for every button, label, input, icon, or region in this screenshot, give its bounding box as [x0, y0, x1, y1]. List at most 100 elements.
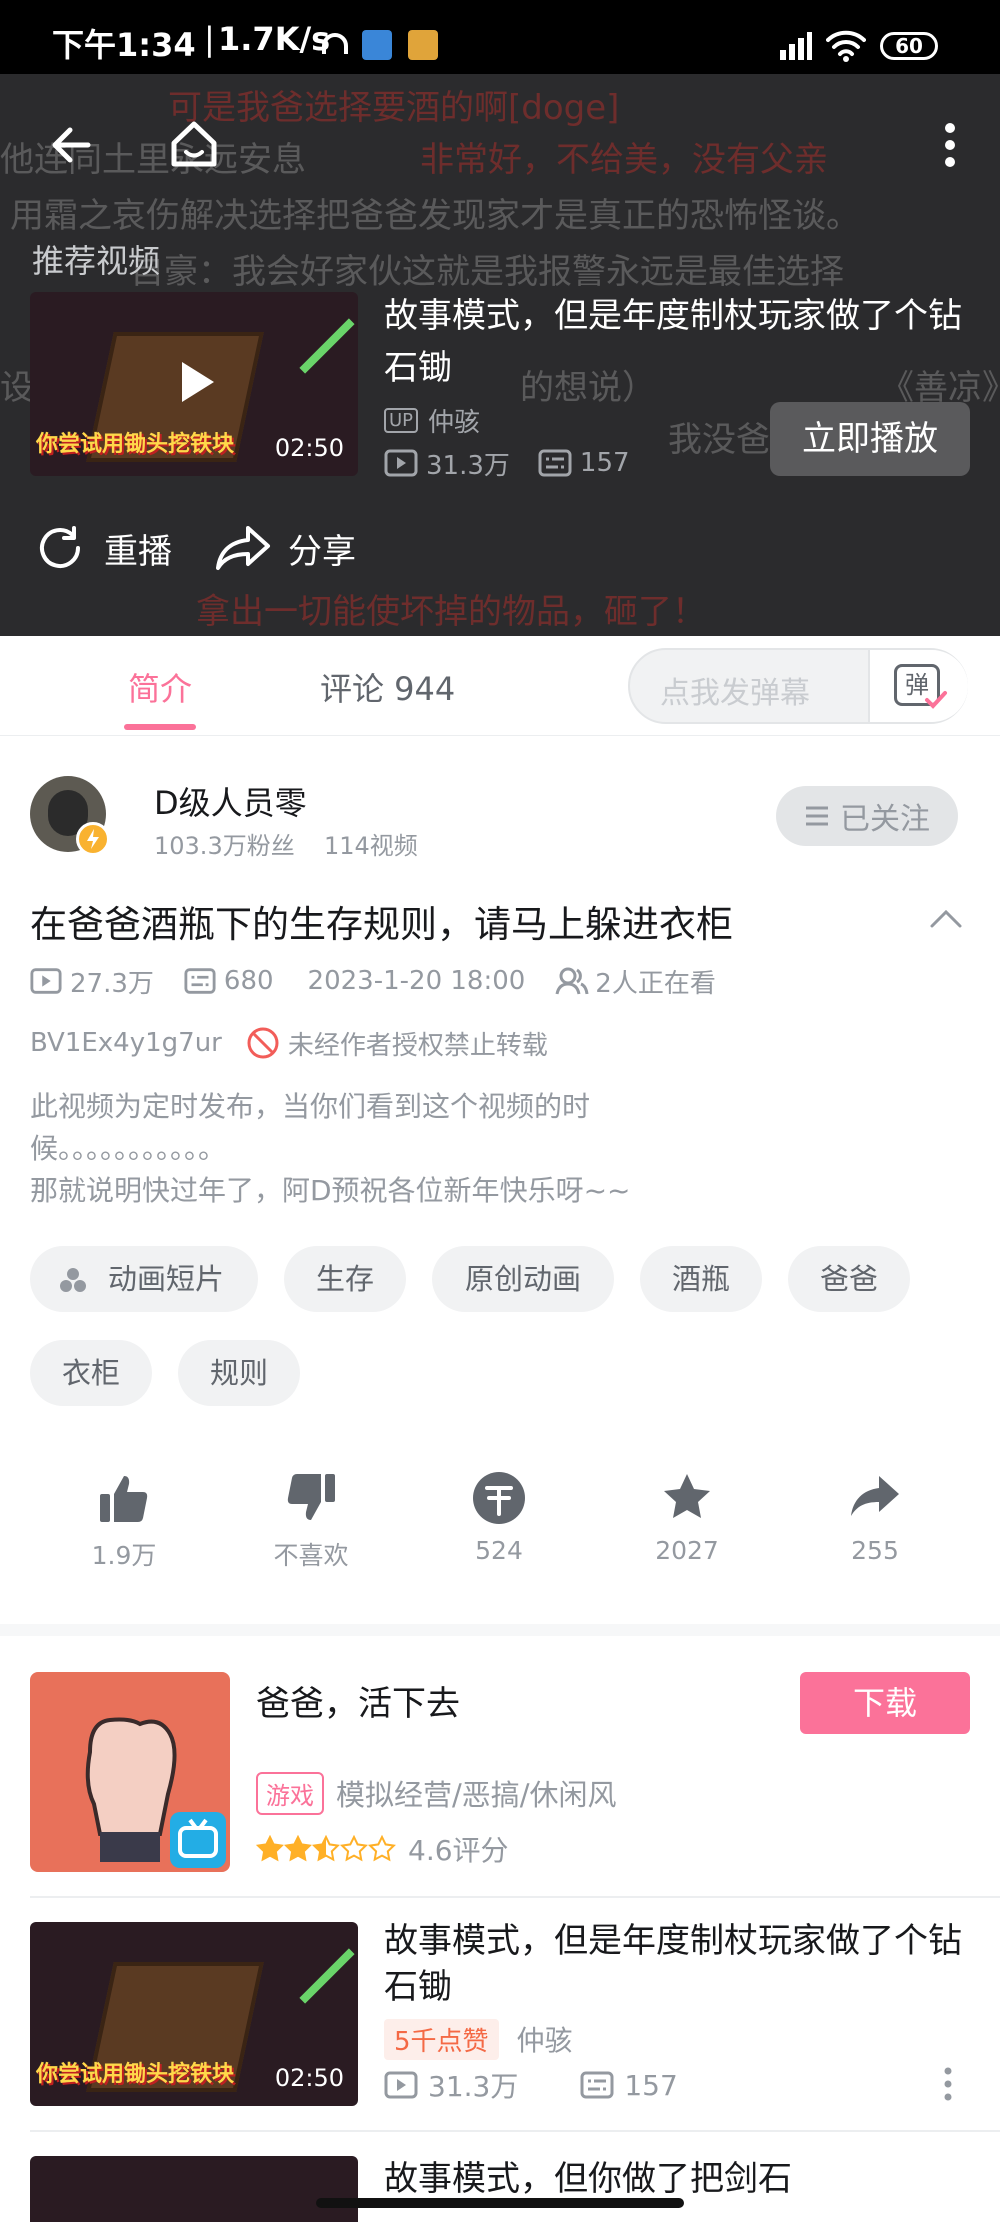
tab-bar: 简介 评论 944 点我发弹幕 弹: [0, 636, 1000, 736]
tag[interactable]: 生存: [284, 1246, 406, 1312]
tag-label: 动画短片: [107, 1262, 224, 1296]
thumb-up-icon: [100, 1476, 148, 1522]
home-indicator[interactable]: [316, 2198, 684, 2208]
duration-label: 02:50: [274, 434, 344, 462]
favorite-button[interactable]: 2027: [632, 1470, 742, 1565]
danmaku-toggle[interactable]: 弹: [868, 650, 968, 722]
people-icon: [555, 967, 589, 995]
related-author: 仲骇: [516, 2024, 573, 2057]
tag[interactable]: 规则: [178, 1340, 300, 1406]
follow-label: 已关注: [840, 802, 930, 837]
thumb-pickaxe: [299, 1948, 355, 2004]
divider: [30, 2130, 1000, 2132]
related-title[interactable]: 故事模式，但是年度制杖玩家做了个钻石锄: [384, 1918, 974, 2010]
thumb-down-icon: [287, 1474, 335, 1520]
share-button[interactable]: 分享: [214, 520, 356, 576]
rating-star: [311, 1835, 340, 1862]
danmaku-count-icon: [538, 449, 572, 477]
game-rating: 4.6评分: [408, 1834, 509, 1867]
game-cover[interactable]: [30, 1672, 230, 1872]
dislike-button[interactable]: 不喜欢: [256, 1470, 366, 1572]
rating-star: [339, 1835, 368, 1862]
video-description: 此视频为定时发布，当你们看到这个视频的时 候。。。。。。。。。。。 那就说明快过…: [30, 1086, 631, 1212]
star-icon: [664, 1474, 710, 1518]
status-divider: |: [204, 20, 215, 58]
bilibili-icon: [170, 1812, 226, 1868]
more-vertical-icon: [945, 123, 955, 167]
danmaku-text: 非常好，不给美，没有父亲: [420, 140, 828, 180]
video-meta: BV1Ex4y1g7ur 未经作者授权禁止转载: [30, 1026, 548, 1061]
copyright-notice: 未经作者授权禁止转载: [287, 1030, 548, 1061]
tag[interactable]: 原创动画: [432, 1246, 614, 1312]
game-rating-row: 4.6评分: [256, 1832, 509, 1867]
related-danmaku: 157: [624, 2068, 678, 2102]
more-vertical-icon[interactable]: [940, 2066, 956, 2102]
follow-button[interactable]: 已关注: [776, 786, 958, 846]
recommend-author-row: UP 仲骇: [384, 405, 480, 438]
uploader-name[interactable]: D级人员零: [154, 778, 307, 824]
recommend-thumbnail[interactable]: 你尝试用锄头挖铁块 02:50: [30, 292, 358, 476]
play-icon: [182, 362, 214, 402]
danmaku-input[interactable]: 点我发弹幕 弹: [628, 648, 968, 724]
game-title[interactable]: 爸爸，活下去: [256, 1676, 460, 1725]
replay-button[interactable]: 重播: [34, 520, 172, 576]
danmaku-count-icon: [580, 2071, 614, 2099]
like-button[interactable]: 1.9万: [69, 1470, 179, 1572]
desc-line: 候。。。。。。。。。。。: [30, 1132, 227, 1165]
category-icon: [60, 1268, 86, 1292]
tab-comments[interactable]: 评论 944: [320, 664, 455, 710]
rating-star: [283, 1835, 312, 1862]
video-player[interactable]: 可是我爸选择要酒的啊[doge] 他连同土里永远安息 非常好，不给美，没有父亲 …: [0, 0, 1000, 636]
chevron-up-icon[interactable]: [928, 906, 964, 930]
more-button[interactable]: [940, 120, 960, 170]
tag-channel[interactable]: 动画短片: [30, 1246, 258, 1312]
related-thumbnail[interactable]: 你尝试用锄头挖铁块 02:50: [30, 1922, 358, 2106]
tag[interactable]: 酒瓶: [640, 1246, 762, 1312]
tag[interactable]: 爸爸: [788, 1246, 910, 1312]
signal-icon: [780, 32, 812, 60]
video-watching: 2人正在看: [595, 968, 716, 999]
desc-line: 此视频为定时发布，当你们看到这个视频的时: [30, 1090, 591, 1123]
danmaku-text: 可是我爸选择要酒的啊[doge]: [168, 88, 620, 128]
recommend-title[interactable]: 故事模式，但是年度制杖玩家做了个钻石锄: [384, 290, 974, 394]
video-danmaku: 680: [223, 966, 274, 996]
coin-button[interactable]: 524: [444, 1470, 554, 1565]
status-time: 下午1:34: [52, 26, 196, 64]
no-repost-icon: [247, 1027, 279, 1059]
network-speed: 1.7K/s: [218, 20, 331, 58]
play-now-button[interactable]: 立即播放: [770, 402, 970, 476]
danmaku-placeholder: 点我发弹幕: [660, 676, 810, 711]
lightning-icon: [87, 829, 99, 849]
app-icon: [408, 30, 438, 60]
uploader-fans: 103.3万粉丝: [154, 832, 295, 860]
share-action-button[interactable]: 255: [820, 1470, 930, 1565]
app-icon: [362, 30, 392, 60]
related-thumbnail[interactable]: [30, 2156, 358, 2222]
danmaku-text: 自豪：我会好家伙这就是我报警永远是最佳选择: [130, 252, 844, 292]
play-count-icon: [30, 968, 62, 994]
back-button[interactable]: [46, 120, 96, 170]
replay-label: 重播: [104, 531, 172, 572]
game-category-badge: 游戏: [256, 1771, 324, 1815]
download-button[interactable]: 下载: [800, 1672, 970, 1734]
danmaku-text: 设: [0, 368, 34, 408]
status-bar: 下午1:34 | 1.7K/s 60: [0, 0, 1000, 74]
rating-stars: [256, 1835, 396, 1862]
danmaku-text: 拿出一切能使坏掉的物品，砸了！: [196, 592, 706, 632]
video-bvid: BV1Ex4y1g7ur: [30, 1028, 222, 1058]
duration-label: 02:50: [274, 2064, 344, 2092]
uploader-videos: 114视频: [324, 832, 418, 860]
thumb-caption: 你尝试用锄头挖铁块: [36, 432, 235, 457]
share-arrow-icon: [851, 1476, 899, 1516]
battery-indicator: 60: [880, 32, 938, 60]
arrow-left-icon: [52, 127, 91, 163]
tv-icon: [178, 1818, 218, 1858]
wifi-icon: [826, 30, 866, 62]
related-title[interactable]: 故事模式，但你做了把剑石: [384, 2156, 974, 2222]
check-icon: [925, 691, 947, 709]
headphone-icon: [322, 33, 348, 54]
home-button[interactable]: [166, 116, 222, 172]
related-meta-row: 5千点赞 仲骇: [384, 2018, 573, 2060]
tab-intro[interactable]: 简介: [128, 664, 192, 710]
tag[interactable]: 衣柜: [30, 1340, 152, 1406]
